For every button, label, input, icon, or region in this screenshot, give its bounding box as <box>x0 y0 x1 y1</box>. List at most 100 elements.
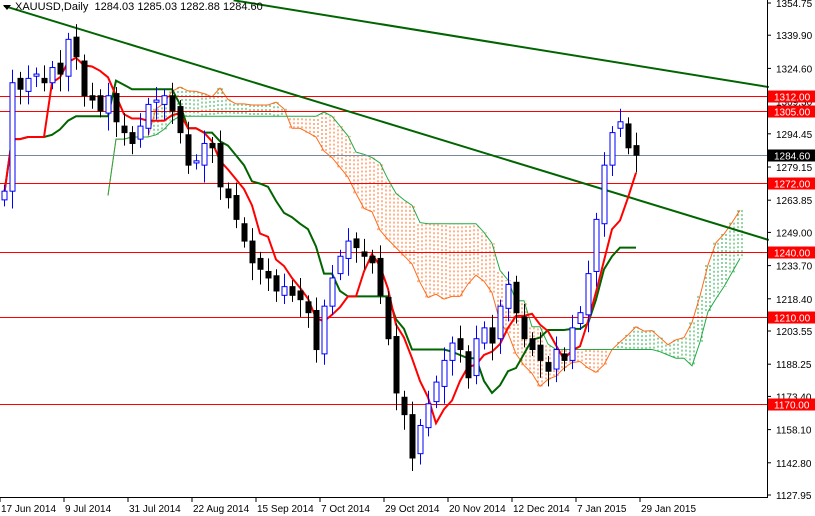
bull-candle <box>329 277 336 307</box>
bear-candle <box>297 290 304 301</box>
chart-title: XAUUSD,Daily 1284.03 1285.03 1282.88 128… <box>3 1 263 13</box>
level-tag-label: 1210.00 <box>774 314 811 325</box>
y-tick-label: 1188.25 <box>776 360 812 371</box>
bull-candle <box>569 327 576 361</box>
x-tick-label: 17 Jun 2014 <box>1 504 56 515</box>
bull-candle <box>593 218 600 272</box>
y-tick-label: 1158.10 <box>776 426 812 437</box>
bear-candle <box>225 188 232 199</box>
bear-candle <box>633 145 640 156</box>
bear-candle <box>185 134 192 166</box>
bull-candle <box>425 403 432 429</box>
x-tick-label: 20 Nov 2014 <box>449 504 506 515</box>
level-tag-label: 1170.00 <box>774 401 810 412</box>
bear-candle <box>177 106 184 134</box>
bear-candle <box>545 362 552 372</box>
bear-candle <box>305 301 312 314</box>
bull-candle <box>345 240 352 259</box>
bull-candle <box>337 255 344 275</box>
bull-candle <box>153 99 160 103</box>
bear-candle <box>113 93 120 123</box>
tenkan-sen-line <box>3 56 637 426</box>
bear-candle <box>529 338 536 351</box>
bear-candle <box>289 286 296 296</box>
bull-candle <box>433 381 440 403</box>
bear-candle <box>233 195 240 220</box>
bear-candle <box>385 296 392 340</box>
bull-candle <box>193 160 200 164</box>
y-tick-label: 1249.00 <box>776 228 813 239</box>
bear-candle <box>257 257 264 270</box>
dropdown-arrow-icon[interactable] <box>3 4 11 10</box>
y-tick-label: 1233.70 <box>776 262 813 273</box>
y-tick-label: 1354.75 <box>776 0 813 10</box>
current-price-label: 1284.60 <box>774 152 811 163</box>
bull-candle <box>441 359 448 387</box>
bear-candle <box>457 338 464 351</box>
symbol-label: XAUUSD,Daily <box>15 1 89 13</box>
bull-candle <box>577 312 584 325</box>
bear-candle <box>377 257 384 296</box>
bull-candle <box>449 342 456 361</box>
bull-candle <box>9 82 16 192</box>
bear-candle <box>393 336 400 394</box>
bear-candle <box>81 60 88 97</box>
x-tick-label: 29 Jan 2015 <box>641 504 696 515</box>
bull-candle <box>417 424 424 455</box>
time-axis: 17 Jun 2014 9 Jul 2014 31 Jul 2014 22 Aug 2… <box>0 497 696 515</box>
level-tag-label: 1312.00 <box>774 93 811 104</box>
bull-candle <box>321 305 328 355</box>
bear-candle <box>241 223 248 242</box>
bear-candle <box>489 327 496 344</box>
open-value: 1284.03 <box>94 1 135 13</box>
bear-candle <box>217 142 224 188</box>
x-tick-label: 7 Oct 2014 <box>321 504 370 515</box>
y-tick-label: 1263.85 <box>776 196 813 207</box>
bear-candle <box>369 255 376 264</box>
bull-candle <box>161 95 168 105</box>
bear-candle <box>265 270 272 279</box>
level-tag-label: 1305.00 <box>774 108 811 119</box>
candles <box>1 24 640 472</box>
bear-candle <box>537 344 544 361</box>
y-tick-label: 1339.90 <box>776 31 813 42</box>
bear-candle <box>129 132 136 144</box>
bull-candle <box>201 142 208 166</box>
bear-candle <box>273 275 280 292</box>
bear-candle <box>209 142 216 149</box>
bull-candle <box>505 283 512 309</box>
bear-candle <box>353 238 360 249</box>
bear-candle <box>409 414 416 459</box>
bear-candle <box>89 95 96 101</box>
bear-candle <box>561 353 568 361</box>
bull-candle <box>25 77 32 92</box>
bull-candle <box>553 349 560 370</box>
bull-candle <box>481 327 488 344</box>
bear-candle <box>57 62 64 75</box>
y-tick-label: 1294.45 <box>776 130 813 141</box>
bull-candle <box>473 338 480 377</box>
high-value: 1285.03 <box>137 1 178 13</box>
bear-candle <box>521 316 528 340</box>
x-tick-label: 15 Sep 2014 <box>257 504 314 515</box>
level-tag-label: 1240.00 <box>774 249 811 260</box>
bear-candle <box>97 95 104 112</box>
y-tick-label: 1142.80 <box>776 459 812 470</box>
x-tick-label: 9 Jul 2014 <box>65 504 112 515</box>
trendline <box>233 0 769 89</box>
bear-candle <box>17 77 24 90</box>
x-tick-label: 12 Dec 2014 <box>513 504 570 515</box>
bull-candle <box>585 273 592 316</box>
bull-candle <box>49 67 56 84</box>
bear-candle <box>625 123 632 149</box>
y-tick-label: 1203.55 <box>776 327 813 338</box>
bull-candle <box>497 305 504 340</box>
bear-candle <box>361 251 368 257</box>
price-chart[interactable]: 1354.751339.901324.601309.301294.451279.… <box>0 0 815 516</box>
ichimoku-lines <box>3 56 637 426</box>
y-tick-label: 1127.95 <box>776 491 812 502</box>
bull-candle <box>609 132 616 166</box>
trendline <box>3 4 770 241</box>
bear-candle <box>401 396 408 416</box>
y-tick-label: 1279.15 <box>776 163 813 174</box>
